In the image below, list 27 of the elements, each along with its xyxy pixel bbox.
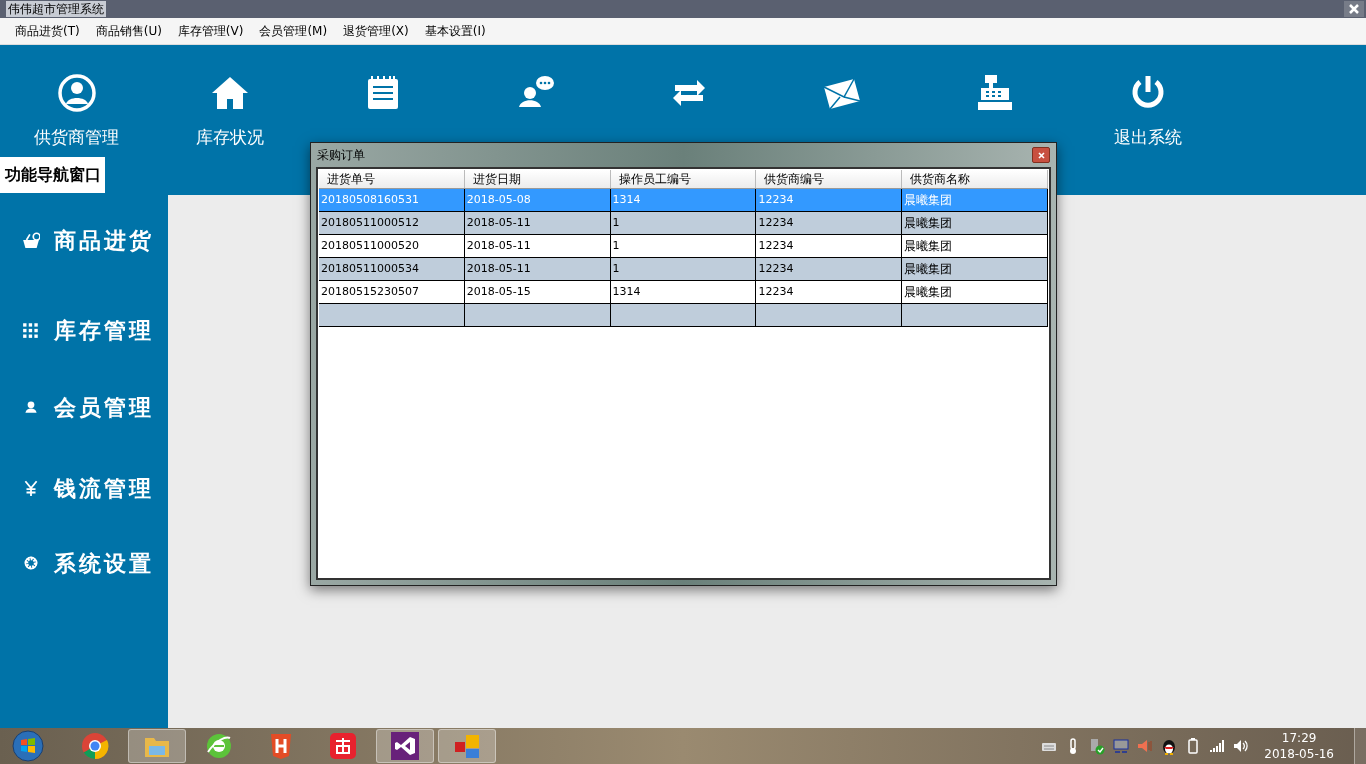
window-title: 伟伟超市管理系统 — [6, 1, 106, 17]
table-cell: 20180511000534 — [319, 258, 465, 280]
table-cell: 12234 — [756, 212, 903, 234]
table-cell: 1314 — [610, 189, 757, 211]
table-cell: 20180515230507 — [319, 281, 465, 303]
table-cell: 1 — [610, 235, 757, 257]
table-cell: 20180508160531 — [319, 189, 465, 211]
table-cell: 20180511000520 — [319, 235, 465, 257]
table-cell: 12234 — [756, 281, 903, 303]
table-cell: 1 — [610, 212, 757, 234]
table-cell: 2018-05-11 — [464, 258, 611, 280]
table-cell: 20180511000512 — [319, 212, 465, 234]
table-cell: 2018-05-08 — [464, 189, 611, 211]
table-cell: 12234 — [756, 235, 903, 257]
table-cell: 晨曦集团 — [902, 189, 1048, 211]
table-cell: 1314 — [610, 281, 757, 303]
table-cell: 1 — [610, 258, 757, 280]
table-cell: 2018-05-11 — [464, 235, 611, 257]
table-cell: 晨曦集团 — [902, 212, 1048, 234]
table-cell: 晨曦集团 — [902, 281, 1048, 303]
table-cell: 12234 — [756, 258, 903, 280]
table-cell: 2018-05-15 — [464, 281, 611, 303]
table-cell: 12234 — [756, 189, 903, 211]
table-cell: 2018-05-11 — [464, 212, 611, 234]
table-cell: 晨曦集团 — [902, 235, 1048, 257]
table-cell: 晨曦集团 — [902, 258, 1048, 280]
dialog-title: 采购订单 — [317, 147, 365, 164]
